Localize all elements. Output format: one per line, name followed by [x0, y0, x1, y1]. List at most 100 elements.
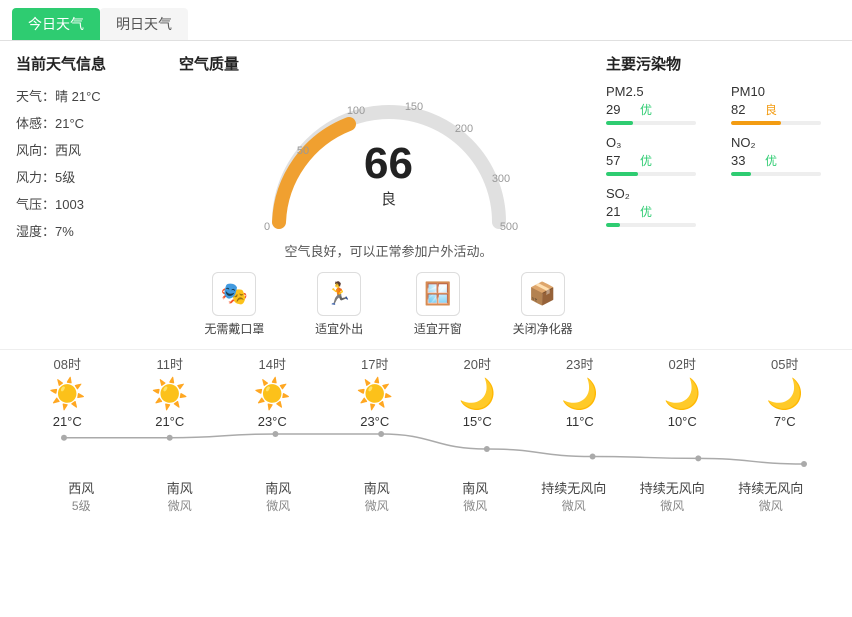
- pollutant-row: 29 优: [606, 101, 711, 118]
- wind-level-label: 5级: [72, 497, 91, 514]
- pollutant-bar-wrap: [606, 223, 696, 227]
- wind-dir-label: 持续无风向: [640, 478, 705, 497]
- pollutant-item: SO₂ 21 优: [606, 186, 711, 227]
- pollutant-value: 33: [731, 153, 755, 168]
- pollutant-name: SO₂: [606, 186, 711, 201]
- pollutant-value: 29: [606, 102, 630, 117]
- hour-temp: 11°C: [566, 414, 594, 429]
- hour-label: 23时: [566, 354, 593, 373]
- pollutant-bar-wrap: [606, 172, 696, 176]
- svg-text:0: 0: [263, 221, 269, 233]
- pollutant-grade: 优: [636, 152, 656, 169]
- wind-dir-label: 南风: [167, 478, 193, 497]
- wind-dir-label: 南风: [364, 478, 390, 497]
- activity-mask: 🎭 无需戴口罩: [204, 272, 264, 337]
- wind-level-label: 微风: [365, 497, 389, 514]
- pollutant-item: PM10 82 良: [731, 84, 836, 125]
- hour-label: 11时: [157, 354, 184, 373]
- wind-row: 西风 5级 南风 微风 南风 微风 南风 微风 南风 微风 持续无风向 微风 持…: [16, 472, 836, 518]
- activity-window: 🪟 适宜开窗: [414, 272, 462, 337]
- pollutant-value: 57: [606, 153, 630, 168]
- weather-icon: ☀️: [151, 377, 188, 412]
- svg-text:150: 150: [404, 101, 422, 113]
- wind-col: 持续无风向 微风: [525, 478, 624, 514]
- pollutant-row: 21 优: [606, 203, 711, 220]
- hour-label: 20时: [464, 354, 491, 373]
- pollutant-grade: 优: [636, 101, 656, 118]
- aqi-grade: 良: [364, 188, 413, 209]
- aqi-number: 66: [364, 142, 413, 186]
- hour-col: 11时 ☀️ 21°C: [119, 354, 222, 433]
- main-content: 当前天气信息 天气：晴 21°C 体感：21°C 风向：西风 风力：5级 气压：…: [0, 41, 852, 349]
- wind-col: 南风 微风: [229, 478, 328, 514]
- mask-label: 无需戴口罩: [204, 320, 264, 337]
- pollutant-bar: [731, 121, 781, 125]
- hour-col: 17时 ☀️ 23°C: [324, 354, 427, 433]
- hour-col: 14时 ☀️ 23°C: [221, 354, 324, 433]
- hour-temp: 23°C: [360, 414, 389, 429]
- pollutant-bar: [606, 223, 620, 227]
- wind-level-label: 微风: [266, 497, 290, 514]
- weather-icon: 🌙: [561, 377, 598, 412]
- pollutant-item: PM2.5 29 优: [606, 84, 711, 125]
- hour-col: 20时 🌙 15°C: [426, 354, 529, 433]
- pollutant-grade: 优: [761, 152, 781, 169]
- hour-temp: 7°C: [774, 414, 796, 429]
- wind-level-label: 微风: [759, 497, 783, 514]
- weather-icon: 🌙: [766, 377, 803, 412]
- wind-col: 南风 微风: [328, 478, 427, 514]
- weather-info-title: 当前天气信息: [16, 53, 171, 74]
- pollutant-grade: 良: [761, 101, 781, 118]
- wind-col: 持续无风向 微风: [722, 478, 821, 514]
- pollutants-grid: PM2.5 29 优 PM10 82 良 O₃ 57 优 NO₂ 33 优: [606, 84, 836, 227]
- wind-level-row: 风力：5级: [16, 167, 171, 186]
- aqi-title: 空气质量: [179, 53, 598, 74]
- window-icon: 🪟: [416, 272, 460, 316]
- wind-level-label: 微风: [660, 497, 684, 514]
- aqi-value-display: 66 良: [364, 142, 413, 209]
- hour-temp: 21°C: [53, 414, 82, 429]
- hour-label: 14时: [259, 354, 286, 373]
- pressure-row: 气压：1003: [16, 194, 171, 213]
- svg-text:200: 200: [454, 123, 472, 135]
- tab-tomorrow[interactable]: 明日天气: [100, 8, 188, 40]
- svg-text:50: 50: [296, 145, 308, 157]
- wind-dir-label: 南风: [462, 478, 488, 497]
- pollutant-name: PM2.5: [606, 84, 711, 99]
- pollutant-value: 82: [731, 102, 755, 117]
- pollutant-bar-wrap: [731, 172, 821, 176]
- wind-level-label: 微风: [463, 497, 487, 514]
- svg-text:300: 300: [491, 173, 509, 185]
- weather-icon: 🌙: [459, 377, 496, 412]
- activity-icons: 🎭 无需戴口罩 🏃 适宜外出 🪟 适宜开窗 📦 关闭净化器: [179, 272, 598, 337]
- hour-col: 02时 🌙 10°C: [631, 354, 734, 433]
- hour-label: 02时: [669, 354, 696, 373]
- wind-level-label: 微风: [562, 497, 586, 514]
- tab-bar: 今日天气 明日天气: [0, 0, 852, 41]
- pollutant-name: NO₂: [731, 135, 836, 150]
- hour-temp: 15°C: [463, 414, 492, 429]
- pollutant-bar-wrap: [731, 121, 821, 125]
- aqi-tip: 空气良好，可以正常参加户外活动。: [179, 241, 598, 260]
- hour-label: 08时: [54, 354, 81, 373]
- hour-col: 05时 🌙 7°C: [734, 354, 837, 433]
- pollutant-bar: [731, 172, 751, 176]
- pollutant-bar: [606, 172, 638, 176]
- hour-temp: 10°C: [668, 414, 697, 429]
- wind-col: 西风 5级: [32, 478, 131, 514]
- pollutants-title: 主要污染物: [606, 53, 836, 74]
- weather-info-panel: 当前天气信息 天气：晴 21°C 体感：21°C 风向：西风 风力：5级 气压：…: [16, 53, 171, 337]
- wind-dir-label: 西风: [68, 478, 94, 497]
- wind-level-label: 微风: [168, 497, 192, 514]
- outdoor-label: 适宜外出: [315, 320, 363, 337]
- pollutant-name: O₃: [606, 135, 711, 150]
- humidity-row: 湿度：7%: [16, 221, 171, 240]
- purifier-icon: 📦: [521, 272, 565, 316]
- wind-col: 南风 微风: [426, 478, 525, 514]
- weather-icon: 🌙: [664, 377, 701, 412]
- svg-text:100: 100: [346, 105, 364, 117]
- hour-label: 17时: [361, 354, 388, 373]
- pollutant-row: 82 良: [731, 101, 836, 118]
- hour-temp: 21°C: [155, 414, 184, 429]
- tab-today[interactable]: 今日天气: [12, 8, 100, 40]
